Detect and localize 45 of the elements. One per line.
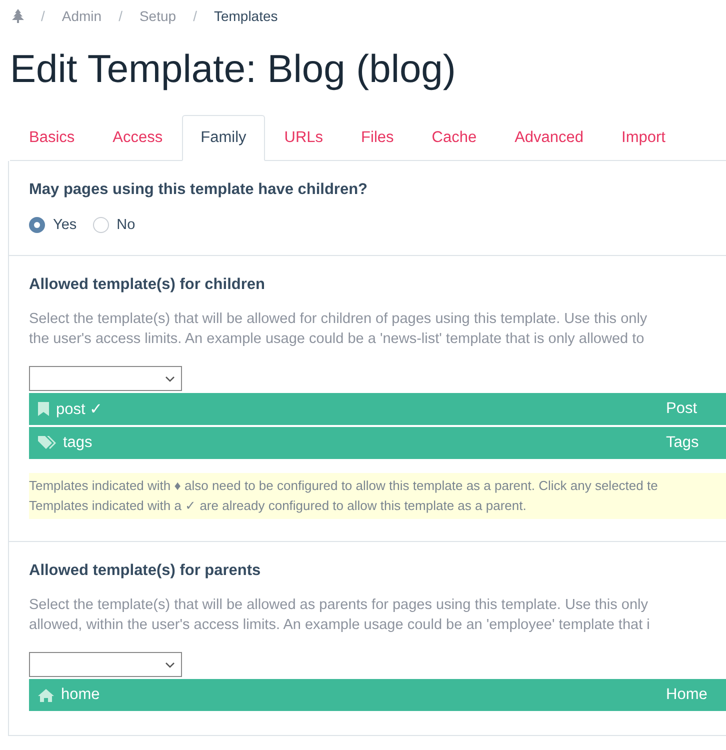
template-label: Tags — [666, 434, 700, 452]
tags-icon — [38, 436, 56, 450]
description-text: Select the template(s) that will be allowed as parents for pages using this template. Use this only — [29, 596, 649, 615]
template-select[interactable] — [29, 366, 182, 391]
caret-icon — [165, 376, 175, 382]
description-text: the user's access limits. An example usage could be a 'news-list' template that is only allowed to — [29, 330, 646, 349]
tree-icon[interactable] — [12, 9, 24, 23]
tab[interactable]: Files — [342, 115, 413, 161]
radio-button[interactable] — [29, 217, 45, 233]
breadcrumb-link[interactable]: Templates — [214, 8, 278, 24]
template-item[interactable]: home Home — [29, 679, 726, 711]
radio-label[interactable]: Yes — [53, 217, 77, 233]
section-heading: Allowed template(s) for children — [29, 276, 266, 294]
section-heading: Allowed template(s) for parents — [29, 562, 262, 580]
note-text: Templates indicated with a ✓ are already configured to allow this template as a parent. — [29, 497, 528, 515]
radio-button[interactable] — [92, 217, 109, 233]
template-select[interactable] — [29, 652, 182, 677]
template-name: tags — [63, 434, 92, 452]
breadcrumb-separator: / — [118, 8, 122, 24]
template-name: home — [61, 686, 100, 704]
tab[interactable]: Import — [602, 115, 684, 161]
description-text: allowed, within the user's access limits. An example usage could be an 'employee' template that i — [29, 616, 651, 635]
tab[interactable]: URLs — [265, 115, 342, 161]
caret-icon — [165, 662, 175, 668]
template-label: Post — [666, 400, 698, 418]
tab[interactable]: Access — [94, 115, 182, 161]
template-item[interactable]: post ✓ Post — [29, 393, 726, 425]
breadcrumb-separator: / — [193, 8, 197, 24]
breadcrumb-link[interactable]: Setup — [139, 8, 176, 24]
tab[interactable]: Basics — [10, 115, 94, 161]
tab[interactable]: Family — [182, 115, 266, 161]
description-text: Select the template(s) that will be allowed for children of pages using this template. Use this only — [29, 310, 648, 329]
template-name: post ✓ — [56, 400, 103, 418]
template-label: Home — [666, 686, 708, 704]
tab[interactable]: Cache — [412, 115, 496, 161]
page-title: Edit Template: Blog (blog) — [10, 48, 457, 93]
bookmark-icon — [38, 402, 49, 416]
home-icon — [38, 688, 54, 702]
template-item[interactable]: tags Tags — [29, 427, 726, 459]
note-text: Templates indicated with ♦ also need to be configured to allow this template as a parent. Click any selected te — [29, 477, 659, 495]
tab[interactable]: Advanced — [496, 115, 603, 161]
breadcrumb-link[interactable]: Admin — [62, 8, 102, 24]
radio-label[interactable]: No — [116, 217, 136, 233]
breadcrumb-separator: / — [41, 8, 45, 24]
field-label: May pages using this template have children? — [29, 181, 369, 199]
